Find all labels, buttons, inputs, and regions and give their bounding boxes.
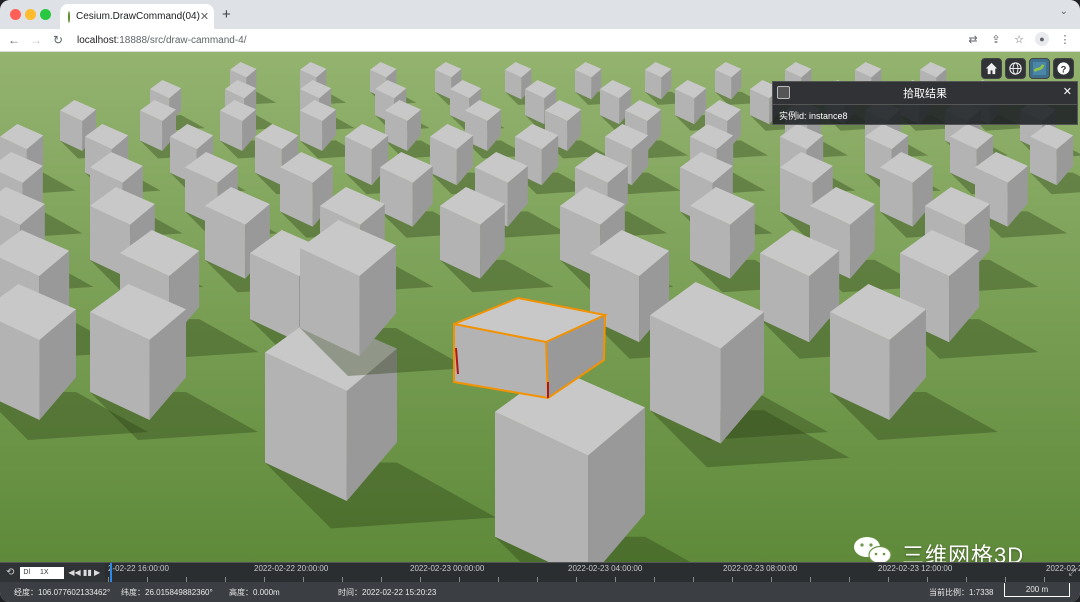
tab-strip: Cesium.DrawCommand(04) ✕ + ⌄ [0, 0, 1080, 29]
share-icon[interactable]: ⇪ [989, 33, 1003, 46]
help-icon: ? [1057, 62, 1070, 75]
browser-toolbar: ← → ↻ localhost:18888/src/draw-cammand-4… [0, 29, 1080, 52]
timeline-tick-label: 2022-02-22 20:00:00 [254, 564, 329, 573]
fullscreen-icon[interactable]: ⤢ [1069, 567, 1076, 578]
scene-mode-button[interactable] [1005, 58, 1026, 79]
watermark-text: 三维网格3D [902, 542, 1025, 563]
close-window-button[interactable] [10, 9, 21, 20]
tab-search-chevron-icon[interactable]: ⌄ [1060, 6, 1068, 17]
instance-id-label: 实例id: [779, 111, 807, 121]
speed-prefix: Dl [23, 569, 31, 576]
wechat-logo-icon [852, 534, 894, 562]
profile-avatar-icon[interactable]: ● [1035, 32, 1049, 46]
timeline-tick-label: 2-02-22 16:00:00 [108, 564, 169, 573]
instance-id-value: instance8 [809, 111, 848, 121]
url-host: localhost [77, 34, 117, 46]
timeline-tick-label: 2022-02-23 00:00:00 [410, 564, 485, 573]
reset-clock-icon[interactable]: ⟲ [6, 567, 14, 578]
cesium-toolbar: ? [981, 58, 1074, 79]
distance-scale-bar: 200 m [1004, 583, 1070, 597]
cesium-3d-scene[interactable] [0, 52, 1080, 562]
browser-tab[interactable]: Cesium.DrawCommand(04) ✕ [60, 4, 214, 29]
panel-icon [777, 86, 790, 99]
back-button[interactable]: ← [3, 33, 25, 47]
browser-tool-icons: ⇄ ⇪ ☆ ● ⋮ [966, 32, 1072, 46]
timeline-tick-label: 2022-02-23 08:00:00 [723, 564, 798, 573]
status-bar: 经度：106.077602133462° 纬度：26.015849882360°… [0, 582, 1080, 602]
navigation-help-button[interactable]: ? [1053, 58, 1074, 79]
minimize-window-button[interactable] [25, 9, 36, 20]
pick-result-panel: 拾取结果 ✕ 实例id: instance8 [772, 81, 1078, 125]
globe-icon [1009, 62, 1022, 75]
pick-panel-title: 拾取结果 [903, 88, 947, 100]
animation-controls: ⟲ Dl 1X ◀◀ ▮▮ ▶ [0, 563, 105, 582]
bookmark-star-icon[interactable]: ☆ [1012, 33, 1026, 46]
timeline-tick-label: 2022-02-23 04:00:00 [568, 564, 643, 573]
help-label: ? [1061, 64, 1067, 74]
close-icon[interactable]: ✕ [1063, 85, 1072, 98]
time-readout: 时间：2022-02-22 15:20:23 [338, 588, 437, 597]
forward-button[interactable]: → [25, 33, 47, 47]
menu-kebab-icon[interactable]: ⋮ [1058, 33, 1072, 46]
speed-value: 1X [40, 569, 49, 576]
tab-close-icon[interactable]: ✕ [200, 10, 209, 23]
pick-panel-body: 实例id: instance8 [773, 105, 1077, 126]
browser-window: Cesium.DrawCommand(04) ✕ + ⌄ ← → ↻ local… [0, 0, 1080, 602]
longitude-readout: 经度：106.077602133462° [14, 588, 111, 597]
home-button[interactable] [981, 58, 1002, 79]
home-icon [985, 62, 998, 75]
scale-bar-label: 200 m [1025, 585, 1049, 594]
speed-input[interactable]: Dl 1X [20, 566, 65, 579]
latitude-readout: 纬度：26.015849882360° [121, 588, 213, 597]
tab-title: Cesium.DrawCommand(04) [76, 11, 200, 22]
altitude-readout: 高度：0.000m [229, 588, 280, 597]
timeline-ruler[interactable]: 2-02-22 16:00:00 2022-02-22 20:00:00 2022-… [108, 563, 1080, 582]
timeline[interactable]: ⟲ Dl 1X ◀◀ ▮▮ ▶ 2-02-22 16:00:00 2022-02-… [0, 562, 1080, 582]
watermark: 三维网格3D [852, 534, 1024, 562]
timeline-current-time-needle[interactable] [110, 563, 112, 582]
translate-icon[interactable]: ⇄ [966, 33, 980, 46]
zoom-window-button[interactable] [40, 9, 51, 20]
timeline-tick-label: 2022-02-23 12:00:00 [878, 564, 953, 573]
base-layer-picker-button[interactable] [1029, 58, 1050, 79]
pick-panel-header: 拾取结果 ✕ [773, 82, 1077, 105]
map-layer-icon [1032, 61, 1047, 76]
url-path: :18888/src/draw-cammand-4/ [116, 34, 247, 46]
scale-ratio-readout: 当前比例：1:7338 [929, 588, 994, 597]
address-bar[interactable]: localhost:18888/src/draw-cammand-4/ [77, 35, 247, 46]
playback-buttons[interactable]: ◀◀ ▮▮ ▶ [68, 568, 100, 577]
cesium-viewer[interactable]: ? 拾取结果 ✕ 实例id: instance8 三维网格3D [0, 52, 1080, 562]
cesium-favicon-icon [68, 10, 70, 23]
new-tab-button[interactable]: + [222, 6, 231, 23]
reload-button[interactable]: ↻ [47, 33, 69, 47]
